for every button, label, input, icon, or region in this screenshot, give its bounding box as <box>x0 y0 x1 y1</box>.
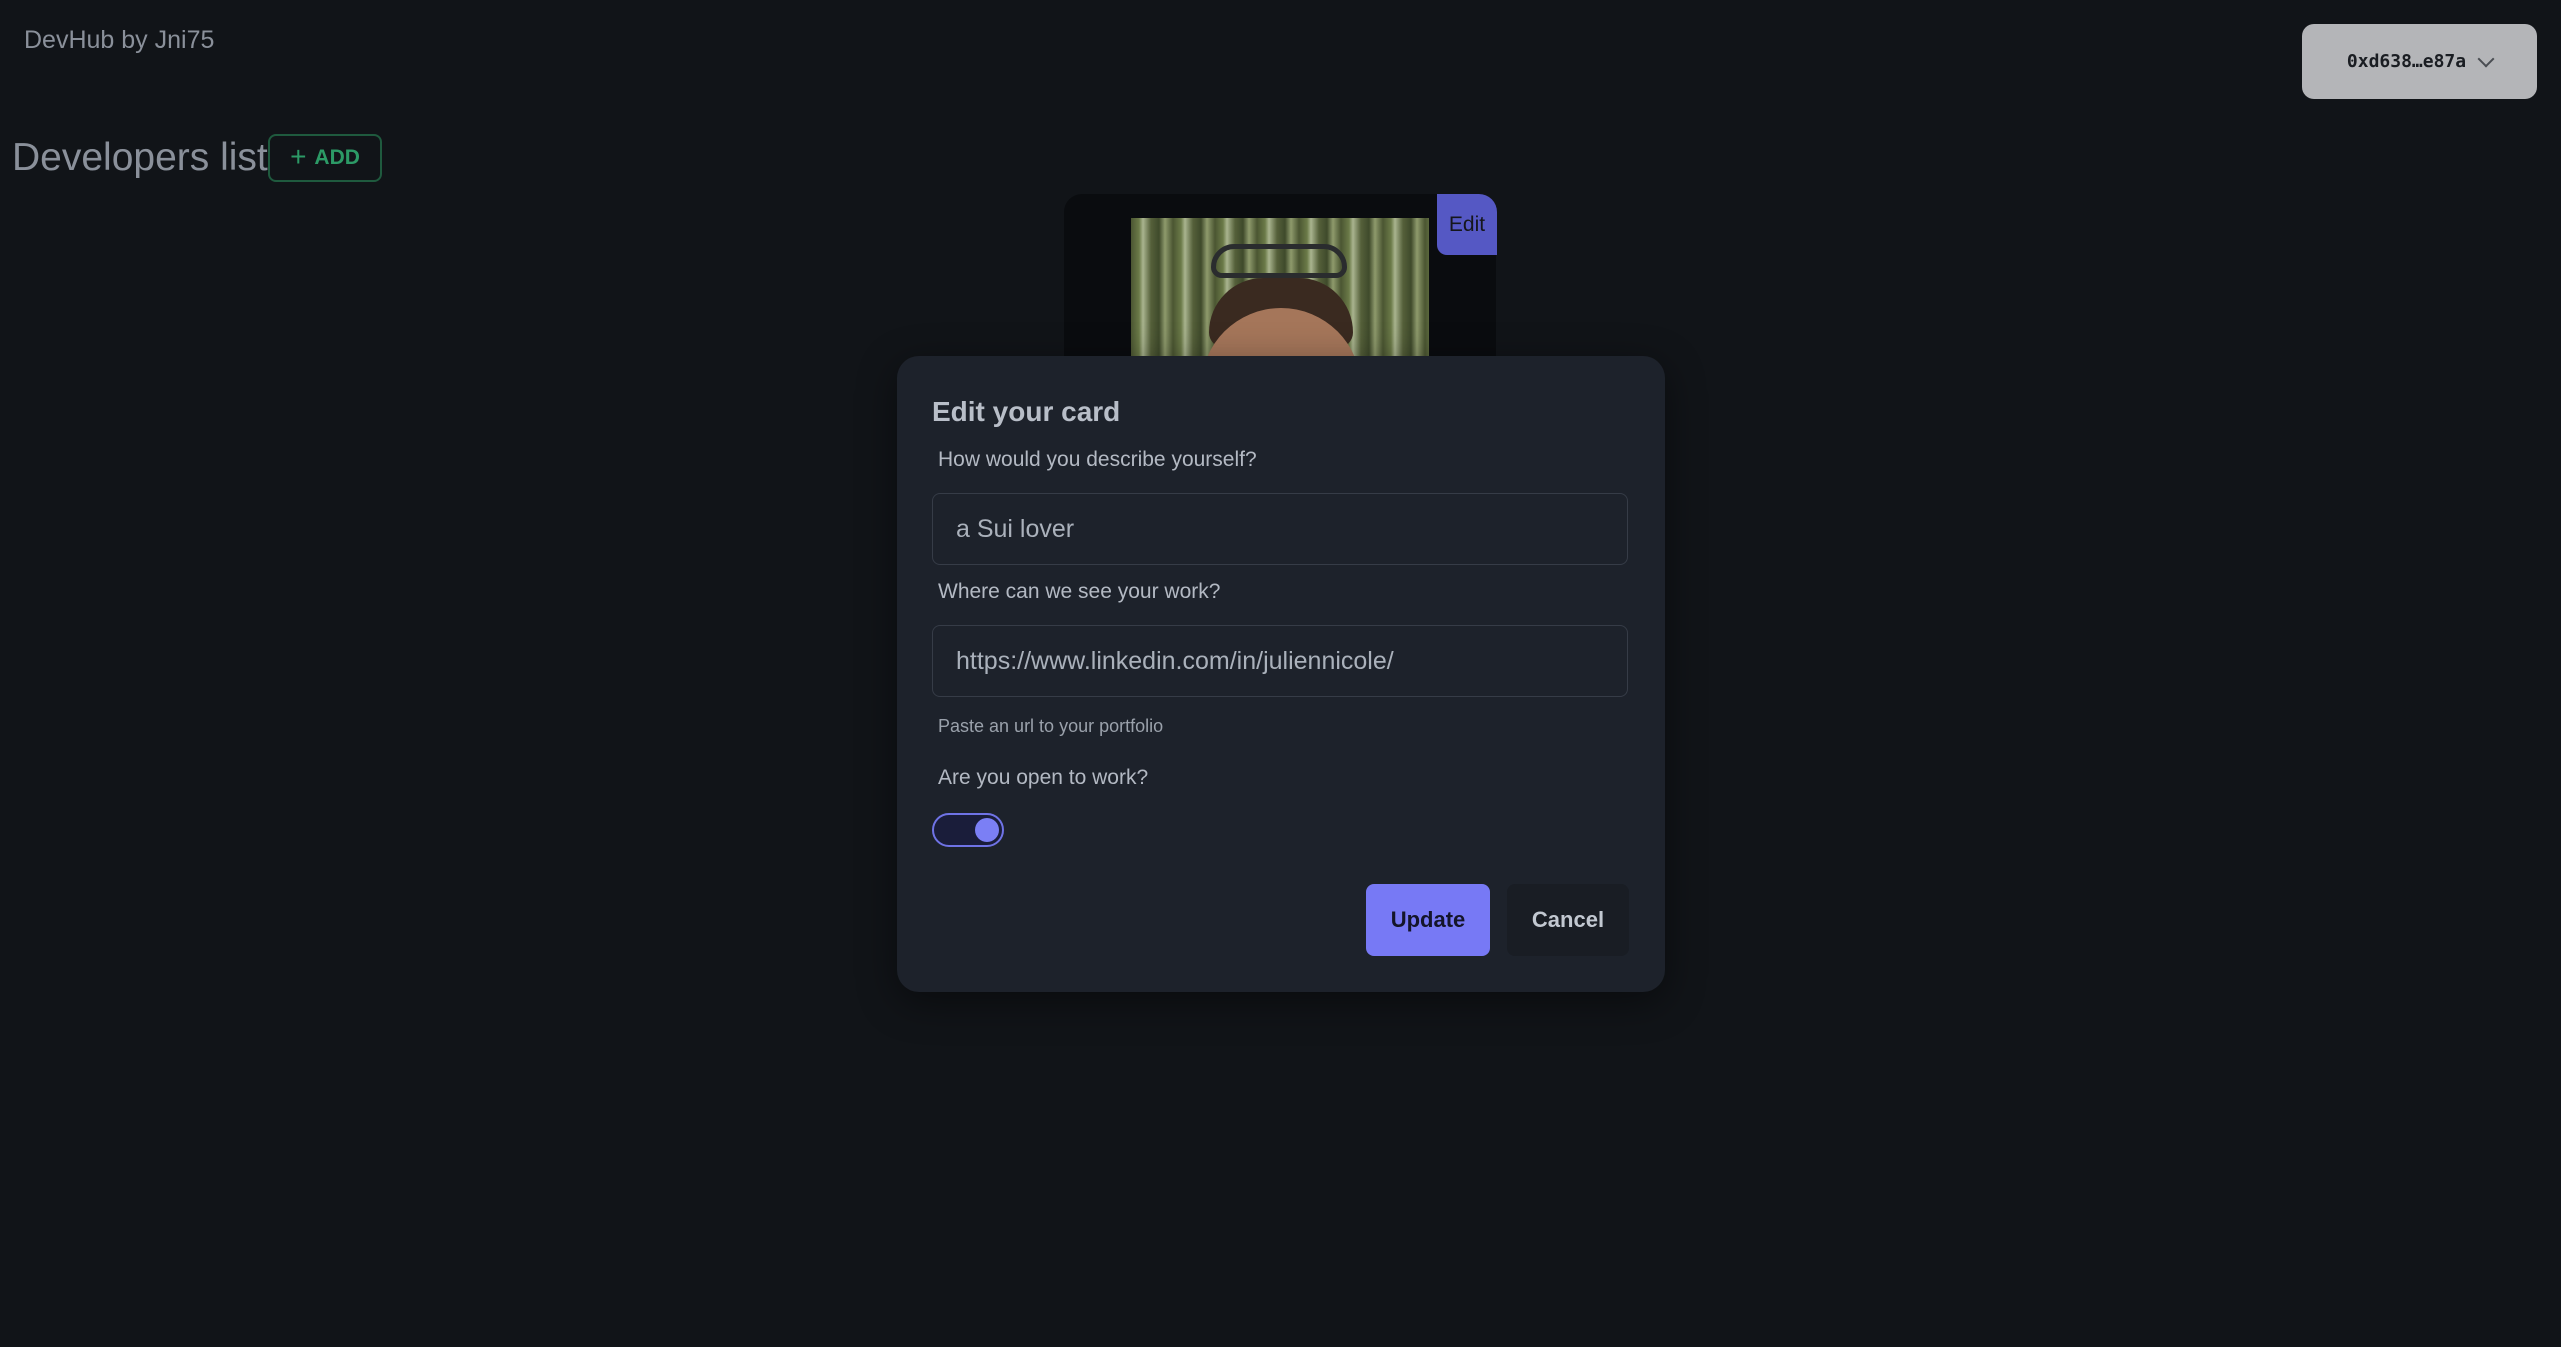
dialog-title: Edit your card <box>932 396 1121 427</box>
edit-card-button[interactable]: Edit <box>1437 194 1497 255</box>
add-developer-button[interactable]: + ADD <box>268 134 382 182</box>
describe-label: How would you describe yourself? <box>938 448 1257 471</box>
portfolio-helper-text: Paste an url to your portfolio <box>938 716 1164 736</box>
wallet-connect-button[interactable]: 0xd638…e87a <box>2302 24 2537 99</box>
wallet-address: 0xd638…e87a <box>2346 51 2467 72</box>
plus-icon: + <box>290 140 307 172</box>
cancel-button[interactable]: Cancel <box>1507 884 1629 956</box>
toggle-knob <box>975 818 999 842</box>
photo-sunglasses <box>1211 244 1347 278</box>
open-to-work-label: Are you open to work? <box>938 766 1149 789</box>
page-title: Developers list <box>12 136 268 179</box>
work-label: Where can we see your work? <box>938 580 1221 603</box>
add-button-label: ADD <box>314 146 360 169</box>
open-to-work-toggle[interactable] <box>932 813 1004 847</box>
update-button[interactable]: Update <box>1366 884 1490 956</box>
chevron-down-icon <box>2477 50 2495 67</box>
app-title: DevHub by Jni75 <box>24 26 215 54</box>
edit-card-dialog: Edit your card How would you describe yo… <box>897 356 1665 992</box>
portfolio-url-input[interactable] <box>932 625 1628 697</box>
describe-input[interactable] <box>932 493 1628 565</box>
